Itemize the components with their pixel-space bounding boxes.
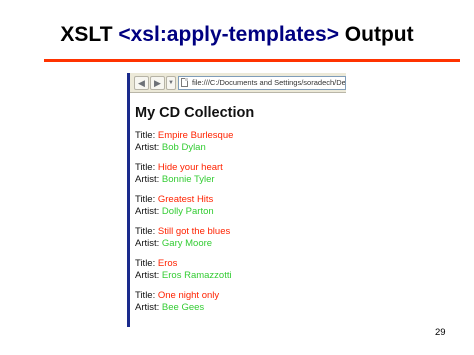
browser-window: ◀ ▶ ▼ file:///C:/Documents and Settings/… [127, 73, 346, 327]
title-value: One night only [157, 290, 220, 301]
artist-value: Bee Gees [161, 302, 205, 313]
title-value: Greatest Hits [157, 194, 214, 205]
artist-label: Artist: [135, 206, 162, 217]
slide-title-tag: <xsl:apply-templates> [118, 23, 339, 46]
title-label: Title: [135, 162, 158, 173]
title-label: Title: [135, 258, 158, 269]
cd-entry: Title: Greatest Hits Artist: Dolly Parton [135, 194, 346, 218]
title-line: Title: Still got the blues [135, 226, 346, 238]
slide-title: XSLT <xsl:apply-templates> Output [0, 22, 474, 48]
title-line: Title: Eros [135, 258, 346, 270]
title-label: Title: [135, 130, 158, 141]
cd-entry: Title: One night only Artist: Bee Gees [135, 290, 346, 314]
title-value: Empire Burlesque [157, 130, 234, 141]
chevron-down-icon[interactable]: ▼ [166, 76, 176, 90]
title-divider [44, 59, 460, 62]
artist-line: Artist: Gary Moore [135, 238, 346, 250]
title-line: Title: Hide your heart [135, 162, 346, 174]
title-line: Title: Empire Burlesque [135, 130, 346, 142]
page-content: My CD Collection Title: Empire Burlesque… [135, 104, 346, 322]
forward-arrow-icon[interactable]: ▶ [150, 76, 165, 90]
title-line: Title: One night only [135, 290, 346, 302]
page-icon [181, 78, 188, 87]
artist-line: Artist: Dolly Parton [135, 206, 346, 218]
artist-value: Bob Dylan [161, 142, 206, 153]
artist-value: Eros Ramazzotti [161, 270, 232, 281]
cd-entry: Title: Still got the blues Artist: Gary M… [135, 226, 346, 250]
artist-label: Artist: [135, 142, 162, 153]
cd-entry: Title: Eros Artist: Eros Ramazzotti [135, 258, 346, 282]
title-value: Still got the blues [157, 226, 231, 237]
cd-entry: Title: Empire Burlesque Artist: Bob Dylan [135, 130, 346, 154]
artist-label: Artist: [135, 238, 162, 249]
artist-line: Artist: Bob Dylan [135, 142, 346, 154]
artist-line: Artist: Bonnie Tyler [135, 174, 346, 186]
title-line: Title: Greatest Hits [135, 194, 346, 206]
back-arrow-icon[interactable]: ◀ [134, 76, 149, 90]
browser-toolbar: ◀ ▶ ▼ file:///C:/Documents and Settings/… [130, 73, 346, 93]
title-label: Title: [135, 194, 158, 205]
address-bar[interactable]: file:///C:/Documents and Settings/sorade… [178, 76, 346, 90]
address-text: file:///C:/Documents and Settings/sorade… [192, 78, 346, 87]
artist-label: Artist: [135, 174, 162, 185]
cd-entry: Title: Hide your heart Artist: Bonnie Tyl… [135, 162, 346, 186]
artist-label: Artist: [135, 302, 162, 313]
title-label: Title: [135, 290, 158, 301]
slide-title-suffix: Output [338, 23, 414, 46]
title-label: Title: [135, 226, 158, 237]
artist-value: Gary Moore [161, 238, 213, 249]
artist-line: Artist: Eros Ramazzotti [135, 270, 346, 282]
artist-value: Dolly Parton [161, 206, 214, 217]
title-value: Hide your heart [157, 162, 223, 173]
cd-list: Title: Empire Burlesque Artist: Bob Dylan… [135, 130, 346, 314]
page-number: 29 [435, 327, 446, 338]
page-heading: My CD Collection [135, 105, 255, 121]
artist-value: Bonnie Tyler [161, 174, 215, 185]
slide-title-prefix: XSLT [60, 23, 119, 46]
artist-line: Artist: Bee Gees [135, 302, 346, 314]
title-value: Eros [157, 258, 178, 269]
artist-label: Artist: [135, 270, 162, 281]
